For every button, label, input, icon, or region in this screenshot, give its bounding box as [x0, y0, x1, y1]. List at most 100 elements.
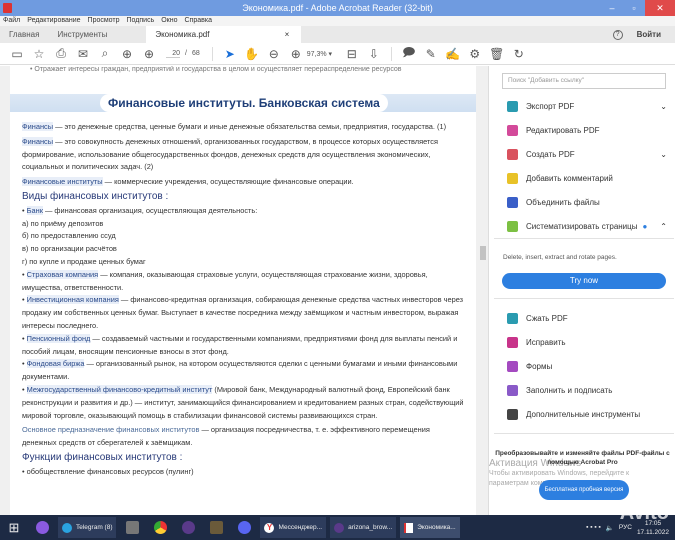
arizona-icon[interactable]: [174, 515, 202, 540]
minimize-button[interactable]: –: [601, 0, 623, 16]
fill-sign-icon: [507, 384, 518, 396]
menu-window[interactable]: Окно: [161, 16, 177, 26]
divider: [211, 46, 213, 61]
taskbar-arizona-browser[interactable]: arizona_brow...: [330, 517, 397, 538]
chevron-down-icon[interactable]: ⌄: [660, 102, 667, 111]
menu-file[interactable]: Файл: [3, 16, 20, 26]
sign-in-button[interactable]: Войти: [637, 30, 661, 39]
tool-label: Редактировать PDF: [526, 125, 600, 135]
discord-icon[interactable]: [230, 515, 258, 540]
doc-top-line: • Отражает интересы граждан, предприятий…: [30, 66, 402, 73]
subheading: Функции финансовых институтов :: [22, 451, 183, 463]
page-indicator[interactable]: 20 / 68: [166, 50, 200, 58]
taskbar-acrobat[interactable]: Экономика...: [400, 517, 460, 538]
title-bar: Экономика.pdf - Adobe Acrobat Reader (32…: [0, 0, 675, 16]
edit-pdf-icon: [507, 124, 518, 136]
start-button[interactable]: ⊞: [0, 515, 28, 540]
arizona-icon: [334, 522, 345, 533]
alice-icon[interactable]: [28, 515, 56, 540]
tool-redact[interactable]: Исправить: [507, 335, 667, 349]
list-item: • обобществление финансовых ресурсов (пу…: [22, 466, 194, 476]
close-tab-icon[interactable]: ×: [285, 26, 290, 43]
scrollbar-thumb[interactable]: [480, 246, 486, 260]
zoom-select[interactable]: 97,3% ▾: [307, 50, 341, 58]
organize-description: Delete, insert, extract and rotate pages…: [503, 254, 617, 261]
try-now-button[interactable]: Try now: [502, 273, 666, 289]
tool-add-comment[interactable]: Добавить комментарий: [507, 171, 667, 185]
create-pdf-icon: [507, 148, 518, 160]
pdf-page: • Отражает интересы граждан, предприятий…: [10, 66, 476, 515]
tab-bar: Главная Инструменты Экономика.pdf × ? Вой…: [0, 26, 675, 43]
redact-icon: [507, 336, 518, 348]
vertical-scrollbar[interactable]: [478, 66, 488, 515]
tool-forms[interactable]: Формы: [507, 359, 667, 373]
game-icon[interactable]: [118, 515, 146, 540]
tool-combine-files[interactable]: Объединить файлы: [507, 195, 667, 209]
zoom-out-icon[interactable]: ⊖: [263, 47, 285, 61]
chevron-down-icon[interactable]: ⌄: [660, 150, 667, 159]
scroll-mode-icon[interactable]: ⇩: [363, 47, 385, 61]
text: — коммерческие учреждения, осуществляющи…: [102, 177, 354, 187]
tool-fill-sign[interactable]: Заполнить и подписать: [507, 383, 667, 397]
combine-files-icon: [507, 196, 518, 208]
comment-icon: [507, 172, 518, 184]
tool-label: Дополнительные инструменты: [526, 409, 641, 419]
tray-icons[interactable]: ▪ ▪ ▪ ▪: [586, 524, 601, 531]
divider: [494, 433, 674, 434]
tool-label: Экспорт PDF: [526, 101, 575, 111]
chrome-icon[interactable]: [146, 515, 174, 540]
select-cursor-icon[interactable]: ➤: [219, 47, 241, 61]
info-dot-icon: ●: [642, 221, 648, 231]
rotate-icon[interactable]: ↻: [508, 47, 530, 61]
tool-edit-pdf[interactable]: Редактировать PDF: [507, 123, 667, 137]
tool-label: Исправить: [526, 337, 566, 347]
tab-home[interactable]: Главная: [0, 26, 48, 43]
menu-sign[interactable]: Подпись: [127, 16, 155, 26]
fit-page-icon[interactable]: ⊟: [341, 47, 363, 61]
page-current-input[interactable]: 20: [166, 50, 180, 58]
page-down-icon[interactable]: ⊕: [138, 47, 160, 61]
chevron-up-icon[interactable]: ⌃: [660, 222, 667, 231]
stamp-icon[interactable]: ⚙: [464, 47, 486, 61]
close-button[interactable]: ✕: [645, 0, 675, 16]
sign-icon[interactable]: ✍: [442, 47, 464, 61]
save-icon[interactable]: ▭: [6, 47, 28, 61]
tool-create-pdf[interactable]: Создать PDF ⌄: [507, 147, 667, 161]
tab-document[interactable]: Экономика.pdf ×: [146, 26, 302, 43]
bookmark-star-icon[interactable]: ☆: [28, 47, 50, 61]
lang-indicator[interactable]: РУС: [619, 524, 632, 531]
menu-help[interactable]: Справка: [185, 16, 212, 26]
tab-tools[interactable]: Инструменты: [48, 26, 116, 43]
text: — это совокупность денежных отношений, о…: [22, 136, 438, 172]
free-trial-button[interactable]: Бесплатная пробная версия: [539, 480, 629, 500]
tool-label: Сжать PDF: [526, 313, 568, 323]
help-icon[interactable]: ?: [612, 29, 623, 40]
menu-edit[interactable]: Редактирование: [27, 16, 80, 26]
email-icon[interactable]: ✉: [72, 47, 94, 61]
tools-search-input[interactable]: Поиск "Добавить ссылку": [502, 73, 666, 89]
zoom-in-icon[interactable]: ⊕: [285, 47, 307, 61]
text: — финансовая организация, осуществляющая…: [42, 205, 258, 215]
taskbar-telegram[interactable]: Telegram (8): [58, 517, 117, 538]
comment-icon[interactable]: 🗩: [398, 43, 420, 64]
highlight-pen-icon[interactable]: ✎: [420, 47, 442, 61]
print-icon[interactable]: ⎙: [50, 46, 72, 61]
subheading: Виды финансовых институтов :: [22, 190, 169, 202]
tool-compress-pdf[interactable]: Сжать PDF: [507, 311, 667, 325]
menu-view[interactable]: Просмотр: [88, 16, 120, 26]
toolbar: ▭ ☆ ⎙ ✉ ⌕ ⊕ ⊕ 20/68 ➤ ✋ ⊖ ⊕ 97,3% ▾ ⊟ ⇩ …: [0, 43, 675, 65]
search-icon[interactable]: ⌕: [94, 46, 116, 61]
page-up-icon[interactable]: ⊕: [116, 47, 138, 61]
doc-body: Финансы — это денежные средства, ценные …: [22, 121, 466, 479]
app-icon[interactable]: [202, 515, 230, 540]
hand-tool-icon[interactable]: ✋: [241, 47, 263, 61]
taskbar-yandex-messenger[interactable]: Y Мессенджер...: [260, 517, 327, 538]
delete-icon[interactable]: 🗑: [486, 47, 508, 61]
tool-more-tools[interactable]: Дополнительные инструменты: [507, 407, 667, 421]
tool-organize-pages[interactable]: Систематизировать страницы ● ⌃: [507, 219, 667, 233]
tool-export-pdf[interactable]: Экспорт PDF ⌄: [507, 99, 667, 113]
volume-icon[interactable]: 🔈: [606, 524, 614, 532]
maximize-button[interactable]: ▫: [623, 0, 645, 16]
organize-pages-icon: [507, 220, 518, 232]
term: Пенсионный фонд: [26, 333, 91, 343]
